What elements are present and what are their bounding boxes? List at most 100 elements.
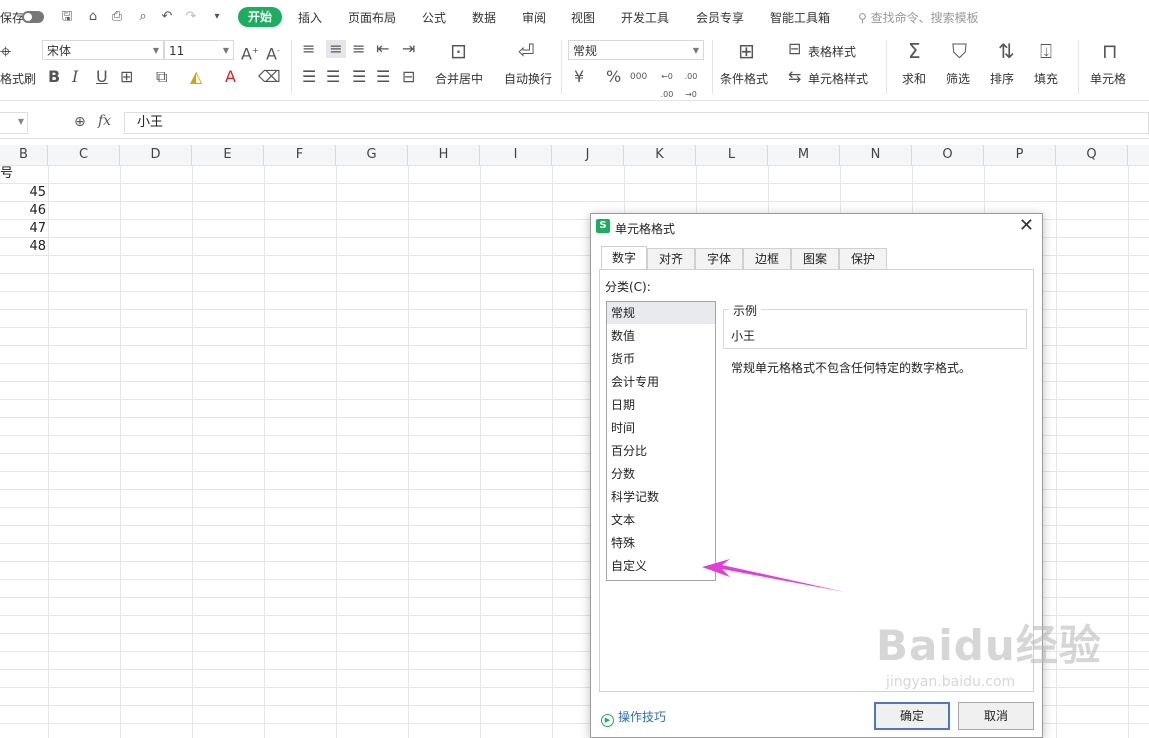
- decrease-decimal-icon[interactable]: .00 →0: [680, 68, 702, 104]
- name-box[interactable]: ▼: [0, 112, 28, 134]
- increase-decimal-icon[interactable]: ←0 .00: [656, 68, 678, 104]
- indent-increase-icon[interactable]: ⇥: [402, 40, 415, 58]
- tab-formulas[interactable]: 公式: [422, 9, 446, 26]
- fill-icon[interactable]: ⍗: [1040, 41, 1052, 61]
- category-item[interactable]: 分数: [607, 463, 715, 485]
- category-item[interactable]: 时间: [607, 417, 715, 439]
- conditional-format-label[interactable]: 条件格式: [720, 70, 768, 87]
- category-item[interactable]: 百分比: [607, 440, 715, 462]
- tab-border[interactable]: 边框: [743, 248, 791, 269]
- column-header[interactable]: M: [768, 145, 840, 165]
- tab-pattern[interactable]: 图案: [791, 248, 839, 269]
- close-icon[interactable]: ✕: [1019, 216, 1034, 236]
- tab-alignment[interactable]: 对齐: [647, 248, 695, 269]
- format-painter-icon[interactable]: ⌖: [0, 41, 11, 61]
- cell-b4[interactable]: 47: [29, 220, 46, 238]
- cell-style-label[interactable]: 单元格样式: [808, 70, 868, 87]
- ok-button[interactable]: 确定: [874, 702, 950, 730]
- filter-icon[interactable]: ⛉: [952, 41, 967, 61]
- currency-icon[interactable]: ¥: [574, 68, 584, 86]
- category-item[interactable]: 常规: [607, 302, 715, 324]
- category-item[interactable]: 日期: [607, 394, 715, 416]
- category-item[interactable]: 自定义: [607, 555, 715, 577]
- save-icon[interactable]: 🖫: [60, 10, 74, 24]
- sort-icon[interactable]: ⇅: [998, 41, 1015, 61]
- column-header[interactable]: G: [336, 145, 408, 165]
- cell-b3[interactable]: 46: [29, 202, 46, 220]
- fill-label[interactable]: 填充: [1034, 70, 1058, 87]
- thousands-icon[interactable]: 000: [630, 68, 647, 86]
- format-painter-icon[interactable]: ⌂: [86, 10, 100, 24]
- align-middle-icon[interactable]: ≡: [326, 40, 346, 58]
- column-header[interactable]: L: [696, 145, 768, 165]
- tab-developer[interactable]: 开发工具: [621, 9, 669, 26]
- font-color-icon[interactable]: A: [225, 68, 236, 86]
- auto-wrap-label[interactable]: 自动换行: [504, 70, 552, 87]
- tab-view[interactable]: 视图: [571, 9, 595, 26]
- column-header[interactable]: P: [984, 145, 1056, 165]
- eraser-icon[interactable]: ⌫: [258, 68, 281, 86]
- column-header[interactable]: Q: [1056, 145, 1128, 165]
- tab-home[interactable]: 开始: [238, 7, 282, 27]
- tips-link[interactable]: ▶ 操作技巧: [601, 708, 666, 727]
- align-top-icon[interactable]: ≡: [302, 40, 315, 58]
- formula-input[interactable]: 小王: [124, 112, 1149, 134]
- table-style-icon[interactable]: ⊟: [788, 40, 801, 58]
- tab-review[interactable]: 审阅: [522, 9, 546, 26]
- fill-style-icon[interactable]: ⧉: [156, 68, 167, 86]
- tab-number[interactable]: 数字: [601, 246, 647, 269]
- category-item[interactable]: 文本: [607, 509, 715, 531]
- increase-font-icon[interactable]: A+: [241, 42, 259, 63]
- search-box[interactable]: ⚲ 查找命令、搜索模板: [858, 9, 979, 26]
- table-style-label[interactable]: 表格样式: [808, 43, 856, 60]
- zoom-icon[interactable]: ⊕: [74, 114, 86, 130]
- italic-icon[interactable]: I: [72, 68, 78, 86]
- sum-icon[interactable]: Σ: [908, 41, 921, 61]
- column-header[interactable]: F: [264, 145, 336, 165]
- category-list[interactable]: 常规 数值 货币 会计专用 日期 时间 百分比 分数 科学记数 文本 特殊 自定…: [606, 301, 716, 581]
- tab-protection[interactable]: 保护: [839, 248, 887, 269]
- filter-label[interactable]: 筛选: [946, 70, 970, 87]
- fx-icon[interactable]: fx: [98, 113, 111, 129]
- format-painter-label[interactable]: 格式刷: [0, 70, 36, 87]
- print-preview-icon[interactable]: ⌕: [136, 10, 150, 24]
- category-item[interactable]: 科学记数: [607, 486, 715, 508]
- distribute-icon[interactable]: ⊟: [402, 68, 415, 86]
- align-left-icon[interactable]: ☰: [302, 68, 316, 86]
- column-header[interactable]: J: [552, 145, 624, 165]
- align-bottom-icon[interactable]: ≡: [352, 40, 365, 58]
- indent-decrease-icon[interactable]: ⇤: [376, 40, 389, 58]
- category-item[interactable]: 货币: [607, 348, 715, 370]
- column-header[interactable]: E: [192, 145, 264, 165]
- cell-b5[interactable]: 48: [29, 238, 46, 256]
- cell-style-icon[interactable]: ⇆: [788, 68, 801, 86]
- save-label[interactable]: 保存: [0, 9, 24, 26]
- column-header[interactable]: N: [840, 145, 912, 165]
- category-item[interactable]: 特殊: [607, 532, 715, 554]
- cell-icon[interactable]: ⊓: [1102, 41, 1118, 61]
- column-header[interactable]: K: [624, 145, 696, 165]
- cancel-button[interactable]: 取消: [958, 702, 1034, 730]
- percent-icon[interactable]: %: [606, 68, 621, 86]
- cell-label[interactable]: 单元格: [1090, 70, 1126, 87]
- category-item[interactable]: 数值: [607, 325, 715, 347]
- cell-b2[interactable]: 45: [29, 184, 46, 202]
- font-size-select[interactable]: 11 ▼: [164, 40, 234, 60]
- undo-icon[interactable]: ↶: [160, 10, 174, 24]
- tab-insert[interactable]: 插入: [298, 9, 322, 26]
- number-format-select[interactable]: 常规 ▼: [568, 40, 704, 60]
- align-right-icon[interactable]: ☰: [352, 68, 366, 86]
- font-name-select[interactable]: 宋体 ▼: [42, 40, 164, 60]
- align-center-icon[interactable]: ☰: [326, 68, 340, 86]
- column-header[interactable]: I: [480, 145, 552, 165]
- merge-center-icon[interactable]: ⊡: [450, 41, 467, 61]
- sum-label[interactable]: 求和: [902, 70, 926, 87]
- auto-wrap-icon[interactable]: ⏎: [518, 41, 535, 61]
- border-icon[interactable]: ⊞: [120, 68, 133, 86]
- column-header[interactable]: D: [120, 145, 192, 165]
- tab-smart-tools[interactable]: 智能工具箱: [770, 9, 830, 26]
- merge-center-label[interactable]: 合并居中: [435, 70, 483, 87]
- underline-icon[interactable]: U: [96, 68, 108, 86]
- highlight-icon[interactable]: ◭: [190, 68, 202, 86]
- column-header[interactable]: O: [912, 145, 984, 165]
